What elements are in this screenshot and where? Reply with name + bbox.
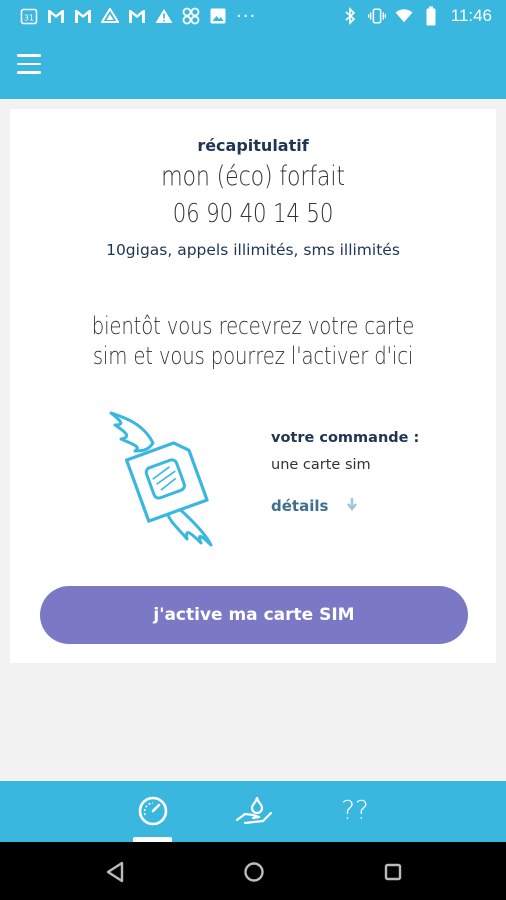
hamburger-menu-icon[interactable] — [17, 54, 41, 74]
message-line-2: sim et vous pourrez l'activer d'ici — [92, 342, 414, 370]
wifi-icon — [395, 7, 413, 25]
system-status-icons: 11:46 — [341, 0, 492, 32]
details-toggle[interactable]: détails — [271, 497, 358, 515]
order-value: une carte sim — [271, 457, 371, 473]
activate-sim-button[interactable]: j'active ma carte SIM — [40, 586, 468, 644]
pinwheel-icon — [182, 7, 200, 25]
arrow-down-icon — [346, 497, 358, 515]
more-notifications-indicator: ··· — [236, 5, 257, 27]
bluetooth-icon — [341, 7, 359, 25]
plan-features: 10gigas, appels illimités, sms illimités — [106, 241, 400, 259]
help-text: ?? — [341, 796, 369, 826]
bottom-navigation: ?? — [0, 781, 506, 842]
phone-number: 06 90 40 14 50 — [172, 199, 334, 229]
menu-line — [17, 62, 41, 65]
message-line-1: bientôt vous recevrez votre carte — [91, 312, 415, 340]
home-icon[interactable] — [241, 859, 267, 885]
help-icon[interactable]: ?? — [335, 791, 375, 831]
app-bar — [0, 32, 506, 99]
menu-line — [17, 54, 41, 57]
winged-sim-card-illustration — [109, 411, 213, 547]
gmail-icon — [74, 7, 92, 25]
image-icon — [209, 7, 227, 25]
order-label: votre commande : — [271, 430, 420, 446]
menu-line — [17, 71, 41, 74]
gmail-icon — [128, 7, 146, 25]
back-icon[interactable] — [102, 859, 128, 885]
summary-title: récapitulatif — [197, 136, 309, 155]
vibrate-icon — [367, 7, 386, 25]
plan-name: mon (éco) forfait — [161, 161, 345, 192]
calendar-icon: 31 — [20, 7, 38, 25]
details-label: détails — [271, 497, 329, 515]
calendar-day: 31 — [24, 14, 34, 23]
clock: 11:46 — [450, 6, 492, 25]
notification-icons: 31 ··· — [0, 6, 268, 27]
gmail-icon — [47, 7, 65, 25]
sim-delivery-message: bientôt vous recevrez votre carte sim et… — [54, 311, 453, 371]
warning-icon — [155, 7, 173, 25]
hand-drop-icon[interactable] — [234, 791, 274, 831]
recents-icon[interactable] — [380, 859, 406, 885]
battery-icon — [422, 6, 440, 26]
speedometer-icon[interactable] — [133, 791, 173, 831]
summary-card: récapitulatif mon (éco) forfait 06 90 40… — [10, 109, 496, 663]
status-bar: 31 ··· 11:46 — [0, 0, 506, 32]
system-navigation-bar — [0, 842, 506, 900]
drive-icon — [101, 7, 119, 25]
